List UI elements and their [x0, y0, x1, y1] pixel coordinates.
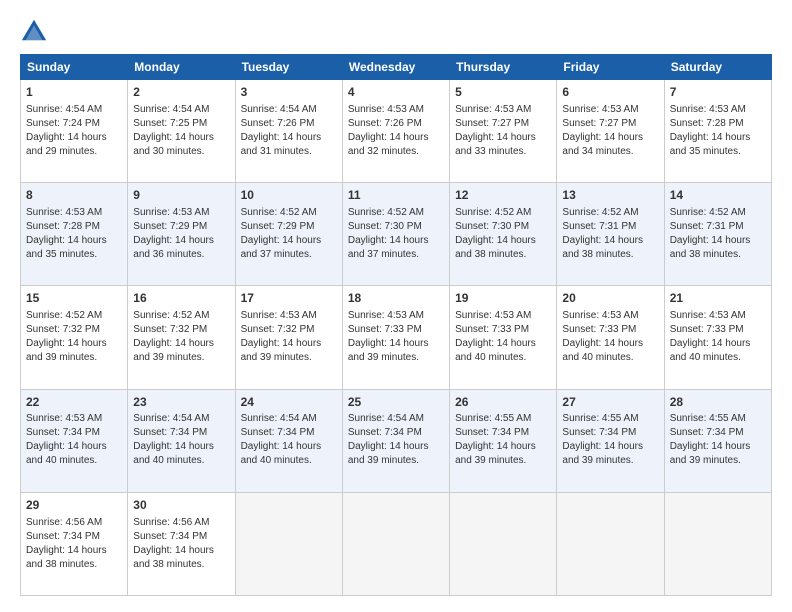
- header: [20, 16, 772, 44]
- day-cell-9: 9Sunrise: 4:53 AMSunset: 7:29 PMDaylight…: [128, 183, 235, 286]
- day-number: 29: [26, 497, 122, 514]
- day-number: 15: [26, 290, 122, 307]
- day-number: 21: [670, 290, 766, 307]
- day-cell-20: 20Sunrise: 4:53 AMSunset: 7:33 PMDayligh…: [557, 286, 664, 389]
- day-cell-13: 13Sunrise: 4:52 AMSunset: 7:31 PMDayligh…: [557, 183, 664, 286]
- day-cell-14: 14Sunrise: 4:52 AMSunset: 7:31 PMDayligh…: [664, 183, 771, 286]
- day-number: 20: [562, 290, 658, 307]
- day-cell-23: 23Sunrise: 4:54 AMSunset: 7:34 PMDayligh…: [128, 389, 235, 492]
- day-cell-1: 1Sunrise: 4:54 AMSunset: 7:24 PMDaylight…: [21, 80, 128, 183]
- day-cell-3: 3Sunrise: 4:54 AMSunset: 7:26 PMDaylight…: [235, 80, 342, 183]
- col-header-sunday: Sunday: [21, 55, 128, 80]
- day-cell-24: 24Sunrise: 4:54 AMSunset: 7:34 PMDayligh…: [235, 389, 342, 492]
- day-number: 24: [241, 394, 337, 411]
- day-cell-16: 16Sunrise: 4:52 AMSunset: 7:32 PMDayligh…: [128, 286, 235, 389]
- day-cell-4: 4Sunrise: 4:53 AMSunset: 7:26 PMDaylight…: [342, 80, 449, 183]
- page: SundayMondayTuesdayWednesdayThursdayFrid…: [0, 0, 792, 612]
- day-cell-28: 28Sunrise: 4:55 AMSunset: 7:34 PMDayligh…: [664, 389, 771, 492]
- day-cell-29: 29Sunrise: 4:56 AMSunset: 7:34 PMDayligh…: [21, 492, 128, 595]
- day-number: 18: [348, 290, 444, 307]
- day-number: 27: [562, 394, 658, 411]
- day-number: 30: [133, 497, 229, 514]
- day-cell-8: 8Sunrise: 4:53 AMSunset: 7:28 PMDaylight…: [21, 183, 128, 286]
- logo-icon: [20, 16, 48, 44]
- day-number: 19: [455, 290, 551, 307]
- week-row-4: 22Sunrise: 4:53 AMSunset: 7:34 PMDayligh…: [21, 389, 772, 492]
- day-number: 25: [348, 394, 444, 411]
- col-header-wednesday: Wednesday: [342, 55, 449, 80]
- day-cell-12: 12Sunrise: 4:52 AMSunset: 7:30 PMDayligh…: [450, 183, 557, 286]
- day-number: 12: [455, 187, 551, 204]
- day-cell-6: 6Sunrise: 4:53 AMSunset: 7:27 PMDaylight…: [557, 80, 664, 183]
- col-header-tuesday: Tuesday: [235, 55, 342, 80]
- day-number: 5: [455, 84, 551, 101]
- day-cell-10: 10Sunrise: 4:52 AMSunset: 7:29 PMDayligh…: [235, 183, 342, 286]
- day-cell-17: 17Sunrise: 4:53 AMSunset: 7:32 PMDayligh…: [235, 286, 342, 389]
- header-row: SundayMondayTuesdayWednesdayThursdayFrid…: [21, 55, 772, 80]
- empty-cell: [557, 492, 664, 595]
- col-header-monday: Monday: [128, 55, 235, 80]
- day-number: 26: [455, 394, 551, 411]
- day-cell-7: 7Sunrise: 4:53 AMSunset: 7:28 PMDaylight…: [664, 80, 771, 183]
- empty-cell: [450, 492, 557, 595]
- day-cell-15: 15Sunrise: 4:52 AMSunset: 7:32 PMDayligh…: [21, 286, 128, 389]
- day-cell-2: 2Sunrise: 4:54 AMSunset: 7:25 PMDaylight…: [128, 80, 235, 183]
- day-cell-25: 25Sunrise: 4:54 AMSunset: 7:34 PMDayligh…: [342, 389, 449, 492]
- day-number: 8: [26, 187, 122, 204]
- day-cell-27: 27Sunrise: 4:55 AMSunset: 7:34 PMDayligh…: [557, 389, 664, 492]
- day-number: 10: [241, 187, 337, 204]
- day-number: 2: [133, 84, 229, 101]
- empty-cell: [342, 492, 449, 595]
- day-number: 6: [562, 84, 658, 101]
- logo: [20, 16, 52, 44]
- empty-cell: [664, 492, 771, 595]
- day-number: 22: [26, 394, 122, 411]
- day-cell-21: 21Sunrise: 4:53 AMSunset: 7:33 PMDayligh…: [664, 286, 771, 389]
- week-row-5: 29Sunrise: 4:56 AMSunset: 7:34 PMDayligh…: [21, 492, 772, 595]
- day-cell-18: 18Sunrise: 4:53 AMSunset: 7:33 PMDayligh…: [342, 286, 449, 389]
- week-row-3: 15Sunrise: 4:52 AMSunset: 7:32 PMDayligh…: [21, 286, 772, 389]
- week-row-1: 1Sunrise: 4:54 AMSunset: 7:24 PMDaylight…: [21, 80, 772, 183]
- day-number: 3: [241, 84, 337, 101]
- day-cell-30: 30Sunrise: 4:56 AMSunset: 7:34 PMDayligh…: [128, 492, 235, 595]
- day-number: 4: [348, 84, 444, 101]
- day-number: 23: [133, 394, 229, 411]
- empty-cell: [235, 492, 342, 595]
- calendar-table: SundayMondayTuesdayWednesdayThursdayFrid…: [20, 54, 772, 596]
- week-row-2: 8Sunrise: 4:53 AMSunset: 7:28 PMDaylight…: [21, 183, 772, 286]
- day-number: 17: [241, 290, 337, 307]
- day-number: 13: [562, 187, 658, 204]
- day-cell-5: 5Sunrise: 4:53 AMSunset: 7:27 PMDaylight…: [450, 80, 557, 183]
- day-cell-19: 19Sunrise: 4:53 AMSunset: 7:33 PMDayligh…: [450, 286, 557, 389]
- day-cell-26: 26Sunrise: 4:55 AMSunset: 7:34 PMDayligh…: [450, 389, 557, 492]
- col-header-thursday: Thursday: [450, 55, 557, 80]
- day-number: 1: [26, 84, 122, 101]
- day-number: 11: [348, 187, 444, 204]
- col-header-friday: Friday: [557, 55, 664, 80]
- day-cell-22: 22Sunrise: 4:53 AMSunset: 7:34 PMDayligh…: [21, 389, 128, 492]
- day-number: 14: [670, 187, 766, 204]
- day-number: 16: [133, 290, 229, 307]
- day-cell-11: 11Sunrise: 4:52 AMSunset: 7:30 PMDayligh…: [342, 183, 449, 286]
- col-header-saturday: Saturday: [664, 55, 771, 80]
- day-number: 9: [133, 187, 229, 204]
- day-number: 28: [670, 394, 766, 411]
- day-number: 7: [670, 84, 766, 101]
